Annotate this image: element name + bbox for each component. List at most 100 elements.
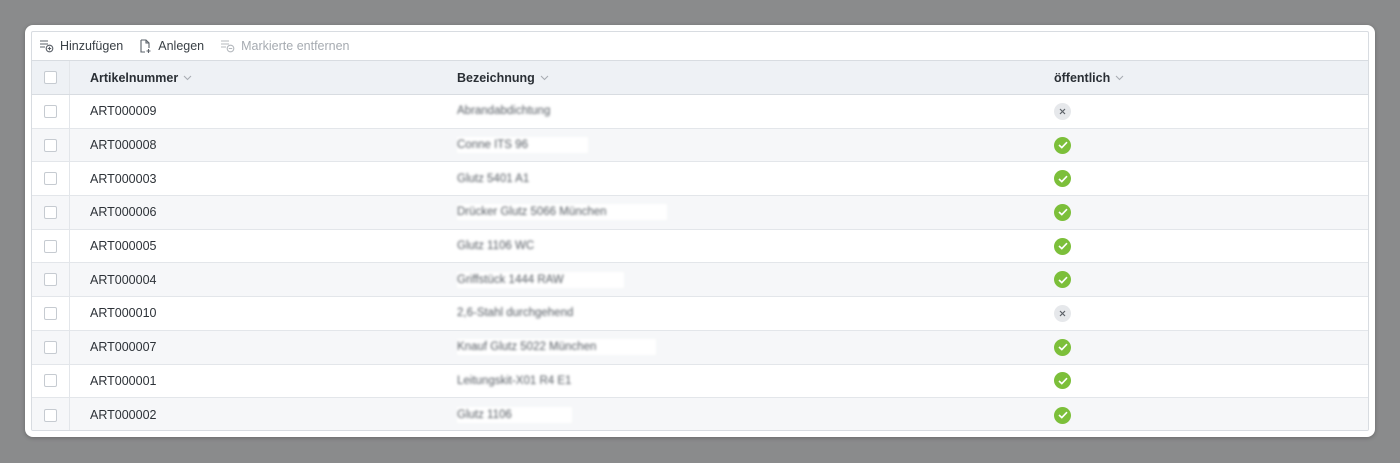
oeffentlich-cell bbox=[1034, 136, 1368, 154]
create-button-label: Anlegen bbox=[158, 39, 205, 53]
row-select-cell bbox=[32, 364, 70, 398]
new-document-icon bbox=[140, 38, 151, 53]
table-row[interactable]: ART000009 Abrandabdichtung bbox=[32, 95, 1368, 129]
remove-marked-label: Markierte entfernen bbox=[241, 39, 350, 53]
row-checkbox[interactable] bbox=[44, 239, 57, 253]
bezeichnung-text: Griffstück 1444 RAW bbox=[457, 271, 624, 288]
bezeichnung-cell: Drücker Glutz 5066 München bbox=[438, 204, 1034, 221]
check-circle-icon bbox=[1054, 406, 1071, 424]
row-checkbox[interactable] bbox=[44, 408, 57, 422]
bezeichnung-text: Glutz 1106 bbox=[457, 407, 572, 424]
x-circle-icon bbox=[1054, 304, 1071, 322]
artikelnummer-cell: ART000004 bbox=[90, 272, 157, 287]
bezeichnung-text: Drücker Glutz 5066 München bbox=[457, 204, 667, 221]
column-header-oeffentlich[interactable]: öffentlich bbox=[1034, 71, 1368, 85]
table-header: Artikelnummer Bezeichnung öffentlich bbox=[32, 61, 1368, 95]
check-circle-icon bbox=[1054, 271, 1071, 289]
row-checkbox[interactable] bbox=[44, 374, 57, 388]
artikelnummer-cell: ART000001 bbox=[90, 373, 157, 388]
row-checkbox[interactable] bbox=[44, 306, 57, 320]
artikelnummer-cell: ART000006 bbox=[90, 205, 157, 220]
column-header-label: Bezeichnung bbox=[457, 70, 535, 85]
bezeichnung-text: Glutz 5401 A1 bbox=[457, 170, 590, 187]
row-checkbox[interactable] bbox=[44, 104, 57, 118]
bezeichnung-text: Abrandabdichtung bbox=[457, 103, 611, 120]
check-circle-icon bbox=[1054, 170, 1071, 188]
chevron-down-icon bbox=[183, 75, 192, 80]
table-row[interactable]: ART000006 Drücker Glutz 5066 München bbox=[32, 196, 1368, 230]
row-select-cell bbox=[32, 162, 70, 196]
bezeichnung-text: Glutz 1106 WC bbox=[457, 238, 595, 255]
row-checkbox[interactable] bbox=[44, 340, 57, 354]
oeffentlich-cell bbox=[1034, 372, 1368, 390]
artikelnummer-cell: ART000009 bbox=[90, 104, 157, 119]
bezeichnung-text: Leitungskit-X01 R4 E1 bbox=[457, 372, 632, 389]
check-circle-icon bbox=[1054, 372, 1071, 390]
bezeichnung-cell: Glutz 1106 bbox=[438, 407, 1034, 424]
table-row[interactable]: ART000008 Conne ITS 96 bbox=[32, 128, 1368, 163]
check-circle-icon bbox=[1054, 338, 1071, 356]
bezeichnung-cell: Abrandabdichtung bbox=[438, 103, 1034, 120]
article-table: Artikelnummer Bezeichnung öffentlich ART… bbox=[32, 61, 1368, 430]
table-row[interactable]: ART000004 Griffstück 1444 RAW bbox=[32, 263, 1368, 298]
remove-list-icon bbox=[221, 40, 235, 53]
bezeichnung-cell: Griffstück 1444 RAW bbox=[438, 271, 1034, 288]
bezeichnung-cell: Knauf Glutz 5022 München bbox=[438, 339, 1034, 356]
oeffentlich-cell bbox=[1034, 170, 1368, 188]
row-checkbox[interactable] bbox=[44, 172, 57, 186]
bezeichnung-cell: Leitungskit-X01 R4 E1 bbox=[438, 372, 1034, 389]
bezeichnung-text: Conne ITS 96 bbox=[457, 137, 588, 154]
dialog-window: Hinzufügen Anlegen Markierte entfernen A… bbox=[25, 25, 1375, 437]
artikelnummer-cell: ART000003 bbox=[90, 171, 157, 186]
select-all-checkbox[interactable] bbox=[44, 71, 57, 84]
artikelnummer-cell: ART000010 bbox=[90, 306, 157, 321]
create-button[interactable]: Anlegen bbox=[139, 38, 205, 54]
check-circle-icon bbox=[1054, 136, 1071, 154]
toolbar: Hinzufügen Anlegen Markierte entfernen bbox=[32, 32, 1368, 61]
bezeichnung-cell: 2,6-Stahl durchgehend bbox=[438, 305, 1034, 322]
column-header-label: öffentlich bbox=[1054, 70, 1111, 85]
row-select-cell bbox=[32, 229, 70, 263]
check-circle-icon bbox=[1054, 203, 1071, 221]
remove-marked-button[interactable]: Markierte entfernen bbox=[220, 39, 350, 53]
row-select-cell bbox=[32, 398, 70, 430]
column-header-bezeichnung[interactable]: Bezeichnung bbox=[438, 71, 1034, 85]
row-select-cell bbox=[32, 263, 70, 297]
table-row[interactable]: ART000010 2,6-Stahl durchgehend bbox=[32, 297, 1368, 331]
x-circle-icon bbox=[1054, 102, 1071, 120]
oeffentlich-cell bbox=[1034, 338, 1368, 356]
table-row[interactable]: ART000007 Knauf Glutz 5022 München bbox=[32, 330, 1368, 365]
row-select-cell bbox=[32, 128, 70, 162]
add-button-label: Hinzufügen bbox=[60, 39, 124, 53]
column-header-artikelnummer[interactable]: Artikelnummer bbox=[70, 71, 438, 85]
bezeichnung-cell: Conne ITS 96 bbox=[438, 137, 1034, 154]
artikelnummer-cell: ART000002 bbox=[90, 408, 157, 423]
row-checkbox[interactable] bbox=[44, 205, 57, 219]
row-select-cell bbox=[32, 95, 70, 128]
bezeichnung-cell: Glutz 5401 A1 bbox=[438, 170, 1034, 187]
oeffentlich-cell bbox=[1034, 203, 1368, 221]
add-list-icon bbox=[40, 40, 54, 53]
bezeichnung-text: 2,6-Stahl durchgehend bbox=[457, 305, 634, 322]
table-row[interactable]: ART000003 Glutz 5401 A1 bbox=[32, 162, 1368, 197]
row-select-cell bbox=[32, 196, 70, 229]
artikelnummer-cell: ART000007 bbox=[90, 340, 157, 355]
add-button[interactable]: Hinzufügen bbox=[39, 39, 123, 53]
row-select-cell bbox=[32, 297, 70, 330]
bezeichnung-cell: Glutz 1106 WC bbox=[438, 238, 1034, 255]
bezeichnung-text: Knauf Glutz 5022 München bbox=[457, 339, 657, 356]
oeffentlich-cell bbox=[1034, 304, 1368, 322]
chevron-down-icon bbox=[1115, 75, 1124, 80]
artikelnummer-cell: ART000008 bbox=[90, 138, 157, 153]
chevron-down-icon bbox=[540, 75, 549, 80]
table-row[interactable]: ART000001 Leitungskit-X01 R4 E1 bbox=[32, 364, 1368, 399]
row-checkbox[interactable] bbox=[44, 138, 57, 152]
artikelnummer-cell: ART000005 bbox=[90, 239, 157, 254]
check-circle-icon bbox=[1054, 237, 1071, 255]
table-row[interactable]: ART000002 Glutz 1106 bbox=[32, 398, 1368, 430]
row-select-cell bbox=[32, 330, 70, 364]
row-checkbox[interactable] bbox=[44, 273, 57, 287]
table-row[interactable]: ART000005 Glutz 1106 WC bbox=[32, 229, 1368, 264]
table-body: ART000009 Abrandabdichtung ART000008 Con… bbox=[32, 95, 1368, 430]
oeffentlich-cell bbox=[1034, 102, 1368, 120]
